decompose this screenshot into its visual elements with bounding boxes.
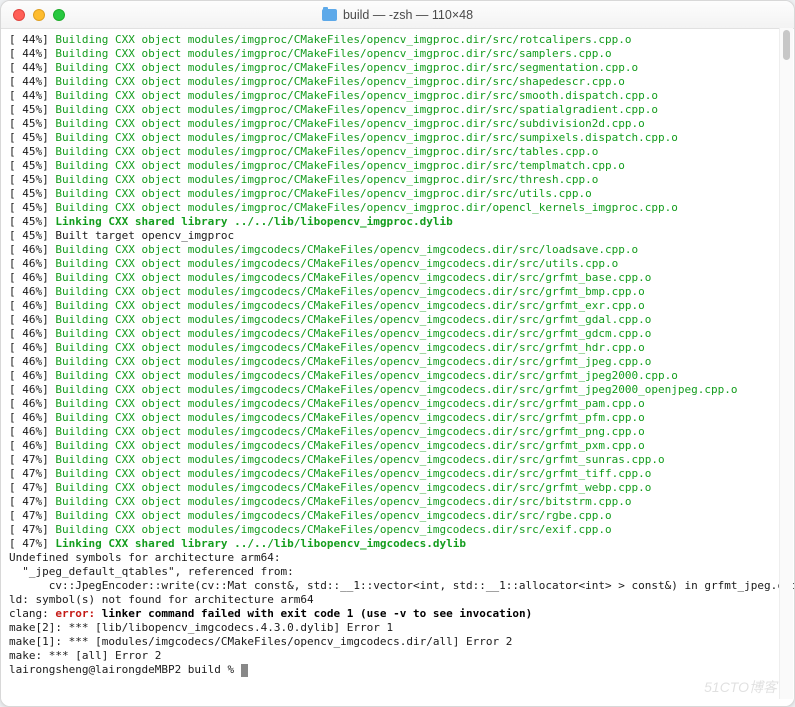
build-line: [ 44%] Building CXX object modules/imgpr…: [9, 47, 786, 61]
build-line: [ 46%] Building CXX object modules/imgco…: [9, 327, 786, 341]
build-line: [ 45%] Building CXX object modules/imgpr…: [9, 173, 786, 187]
make-line: make[1]: *** [modules/imgcodecs/CMakeFil…: [9, 635, 786, 649]
build-line: [ 44%] Building CXX object modules/imgpr…: [9, 33, 786, 47]
build-line: [ 46%] Building CXX object modules/imgco…: [9, 271, 786, 285]
terminal-body[interactable]: [ 44%] Building CXX object modules/imgpr…: [1, 29, 794, 706]
build-line: [ 47%] Building CXX object modules/imgco…: [9, 509, 786, 523]
build-line: [ 46%] Building CXX object modules/imgco…: [9, 313, 786, 327]
build-line: [ 46%] Building CXX object modules/imgco…: [9, 411, 786, 425]
traffic-lights: [1, 9, 65, 21]
build-line: [ 45%] Building CXX object modules/imgpr…: [9, 201, 786, 215]
build-line: [ 45%] Built target opencv_imgproc: [9, 229, 786, 243]
scrollbar-thumb[interactable]: [783, 30, 790, 60]
close-icon[interactable]: [13, 9, 25, 21]
build-line: [ 46%] Building CXX object modules/imgco…: [9, 299, 786, 313]
folder-icon: [322, 9, 337, 21]
make-line: make: *** [all] Error 2: [9, 649, 786, 663]
build-line: [ 47%] Building CXX object modules/imgco…: [9, 467, 786, 481]
make-line: make[2]: *** [lib/libopencv_imgcodecs.4.…: [9, 621, 786, 635]
build-line: [ 46%] Building CXX object modules/imgco…: [9, 243, 786, 257]
prompt-line[interactable]: lairongsheng@lairongdeMBP2 build %: [9, 663, 786, 677]
build-line: [ 46%] Building CXX object modules/imgco…: [9, 383, 786, 397]
build-line: [ 46%] Building CXX object modules/imgco…: [9, 397, 786, 411]
build-line: [ 44%] Building CXX object modules/imgpr…: [9, 89, 786, 103]
build-line: [ 46%] Building CXX object modules/imgco…: [9, 355, 786, 369]
build-line: [ 46%] Building CXX object modules/imgco…: [9, 369, 786, 383]
error-line: Undefined symbols for architecture arm64…: [9, 551, 786, 565]
title-text: build — -zsh — 110×48: [343, 8, 473, 22]
build-line: [ 45%] Building CXX object modules/imgpr…: [9, 117, 786, 131]
window-title: build — -zsh — 110×48: [1, 8, 794, 22]
build-line: [ 45%] Building CXX object modules/imgpr…: [9, 145, 786, 159]
build-line: [ 46%] Building CXX object modules/imgco…: [9, 285, 786, 299]
build-line: [ 46%] Building CXX object modules/imgco…: [9, 341, 786, 355]
cursor-icon: [241, 664, 248, 677]
build-line: [ 47%] Linking CXX shared library ../../…: [9, 537, 786, 551]
build-line: [ 45%] Building CXX object modules/imgpr…: [9, 187, 786, 201]
terminal-window: build — -zsh — 110×48 [ 44%] Building CX…: [0, 0, 795, 707]
build-line: [ 45%] Building CXX object modules/imgpr…: [9, 103, 786, 117]
titlebar[interactable]: build — -zsh — 110×48: [1, 1, 794, 29]
scrollbar[interactable]: [779, 28, 793, 699]
error-line: cv::JpegEncoder::write(cv::Mat const&, s…: [9, 579, 786, 593]
build-line: [ 47%] Building CXX object modules/imgco…: [9, 495, 786, 509]
zoom-icon[interactable]: [53, 9, 65, 21]
build-line: [ 47%] Building CXX object modules/imgco…: [9, 453, 786, 467]
build-line: [ 45%] Building CXX object modules/imgpr…: [9, 159, 786, 173]
build-line: [ 44%] Building CXX object modules/imgpr…: [9, 61, 786, 75]
build-line: [ 47%] Building CXX object modules/imgco…: [9, 523, 786, 537]
build-line: [ 46%] Building CXX object modules/imgco…: [9, 257, 786, 271]
build-line: [ 44%] Building CXX object modules/imgpr…: [9, 75, 786, 89]
build-line: [ 45%] Linking CXX shared library ../../…: [9, 215, 786, 229]
build-line: [ 45%] Building CXX object modules/imgpr…: [9, 131, 786, 145]
clang-error-line: clang: error: linker command failed with…: [9, 607, 786, 621]
build-line: [ 46%] Building CXX object modules/imgco…: [9, 425, 786, 439]
error-line: "_jpeg_default_qtables", referenced from…: [9, 565, 786, 579]
minimize-icon[interactable]: [33, 9, 45, 21]
build-line: [ 47%] Building CXX object modules/imgco…: [9, 481, 786, 495]
error-line: ld: symbol(s) not found for architecture…: [9, 593, 786, 607]
build-line: [ 46%] Building CXX object modules/imgco…: [9, 439, 786, 453]
